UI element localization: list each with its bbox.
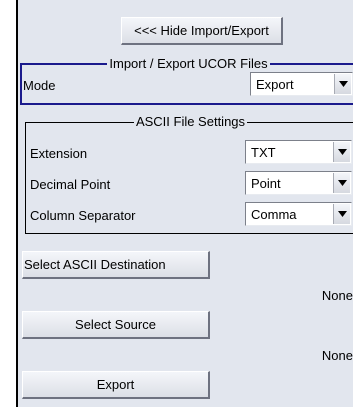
import-export-panel: <<< Hide Import/Export Import / Export U… [16,0,353,407]
chevron-down-icon[interactable] [333,204,350,224]
decimal-point-select-value: Point [251,175,281,191]
export-button[interactable]: Export [22,371,210,399]
ascii-group-title-text: ASCII File Settings [133,114,248,129]
ucor-group-title: Import / Export UCOR Files [22,56,353,72]
column-separator-select-value: Comma [251,206,297,222]
ascii-group-title: ASCII File Settings [26,114,353,130]
select-ascii-destination-button[interactable]: Select ASCII Destination [22,251,210,279]
extension-label: Extension [30,146,88,161]
decimal-point-select[interactable]: Point [245,171,352,195]
decimal-point-label: Decimal Point [30,177,111,192]
source-value: None [321,348,353,363]
destination-value: None [321,288,353,303]
ucor-group-title-text: Import / Export UCOR Files [107,56,270,71]
extension-select[interactable]: TXT [245,140,352,164]
mode-select-value: Export [256,76,294,92]
chevron-down-icon[interactable] [333,142,350,162]
hide-import-export-button[interactable]: <<< Hide Import/Export [121,17,283,45]
column-separator-select[interactable]: Comma [245,202,352,226]
select-source-button[interactable]: Select Source [22,311,210,339]
column-separator-label: Column Separator [30,208,136,223]
extension-select-value: TXT [251,144,276,160]
chevron-down-icon[interactable] [334,74,351,94]
chevron-down-icon[interactable] [333,173,350,193]
ascii-settings-group: ASCII File Settings Extension TXT Decima… [25,114,353,234]
mode-label: Mode [23,78,56,93]
ucor-files-group: Import / Export UCOR Files Mode Export [20,56,353,105]
mode-select[interactable]: Export [250,72,353,96]
